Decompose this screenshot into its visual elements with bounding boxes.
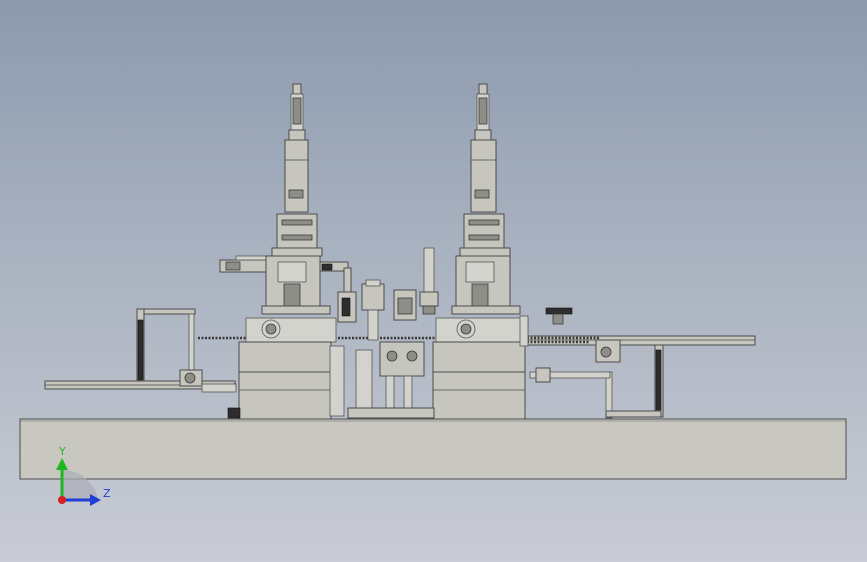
right-station <box>432 83 573 420</box>
machine-drawing: Y Z <box>19 83 847 506</box>
left-station <box>219 83 352 420</box>
center-mechanism <box>337 247 439 419</box>
origin-point <box>58 496 66 504</box>
left-conveyor-frame <box>44 308 237 393</box>
cad-viewport[interactable]: Y Z <box>0 0 867 562</box>
right-conveyor-frame <box>519 335 756 419</box>
z-axis-label: Z <box>103 487 111 500</box>
base-table <box>19 418 847 480</box>
y-axis-label: Y <box>58 445 66 458</box>
